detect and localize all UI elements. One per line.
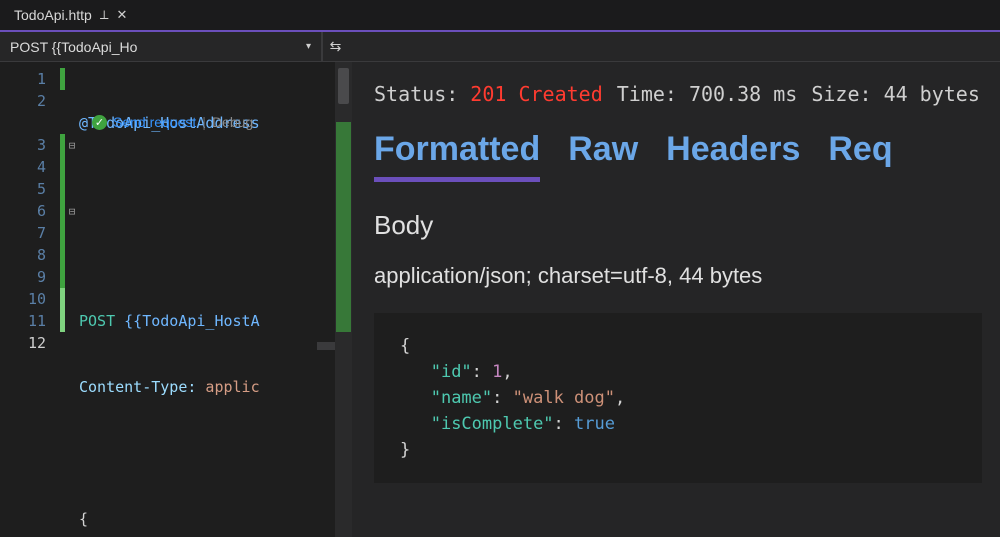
- size-label: Size:: [811, 82, 871, 106]
- request-selector-text: POST {{TodoApi_Ho: [10, 39, 137, 55]
- tab-headers[interactable]: Headers: [666, 130, 800, 182]
- time-label: Time:: [617, 82, 677, 106]
- scrollbar-change-marks: [336, 122, 351, 332]
- response-body-json[interactable]: { "id": 1, "name": "walk dog", "isComple…: [374, 313, 982, 483]
- document-tabstrip: TodoApi.http ⟂ ✕: [0, 0, 1000, 32]
- tab-raw[interactable]: Raw: [568, 130, 638, 182]
- tab-title: TodoApi.http: [14, 7, 92, 23]
- request-selector-dropdown[interactable]: POST {{TodoApi_Ho ▾: [0, 32, 322, 61]
- tab-request[interactable]: Req: [828, 130, 892, 182]
- codelens: ✓ Send request | Debug: [92, 114, 253, 130]
- editor-scrollbar[interactable]: [335, 62, 352, 537]
- tab-todoapi-http[interactable]: TodoApi.http ⟂ ✕: [0, 0, 137, 30]
- split-handle-icon[interactable]: [317, 342, 335, 350]
- body-heading: Body: [374, 210, 982, 241]
- response-panel: Status: 201 Created Time: 700.38 ms Size…: [352, 62, 1000, 537]
- scrollbar-thumb[interactable]: [338, 68, 349, 104]
- response-status-line: Status: 201 Created Time: 700.38 ms Size…: [374, 82, 982, 106]
- size-value: 44 bytes: [884, 82, 980, 106]
- navigation-bar: POST {{TodoApi_Ho ▾ ⇆: [0, 32, 1000, 62]
- code-content[interactable]: @TodoApi_HostAddress POST {{TodoApi_Host…: [79, 62, 352, 537]
- separator: |: [202, 114, 206, 130]
- status-ok-icon: ✓: [92, 115, 107, 130]
- fold-column[interactable]: ⊟ ⊟: [65, 62, 79, 537]
- debug-link[interactable]: Debug: [212, 114, 253, 130]
- time-value: 700.38 ms: [689, 82, 797, 106]
- response-tabs: Formatted Raw Headers Req: [374, 130, 982, 182]
- line-number-gutter: 1 2 3 4 5 6 7 8 9 10 11 12: [0, 62, 60, 537]
- swap-icon[interactable]: ⇆: [322, 32, 348, 61]
- pin-icon[interactable]: ⟂: [100, 7, 109, 23]
- send-request-link[interactable]: Send request: [113, 114, 196, 130]
- body-meta: application/json; charset=utf-8, 44 byte…: [374, 263, 982, 289]
- status-label: Status:: [374, 82, 458, 106]
- chevron-down-icon: ▾: [306, 41, 311, 52]
- close-icon[interactable]: ✕: [117, 7, 128, 23]
- tab-formatted[interactable]: Formatted: [374, 130, 540, 182]
- code-editor[interactable]: 1 2 3 4 5 6 7 8 9 10 11 12: [0, 62, 352, 537]
- status-value: 201 Created: [470, 82, 602, 106]
